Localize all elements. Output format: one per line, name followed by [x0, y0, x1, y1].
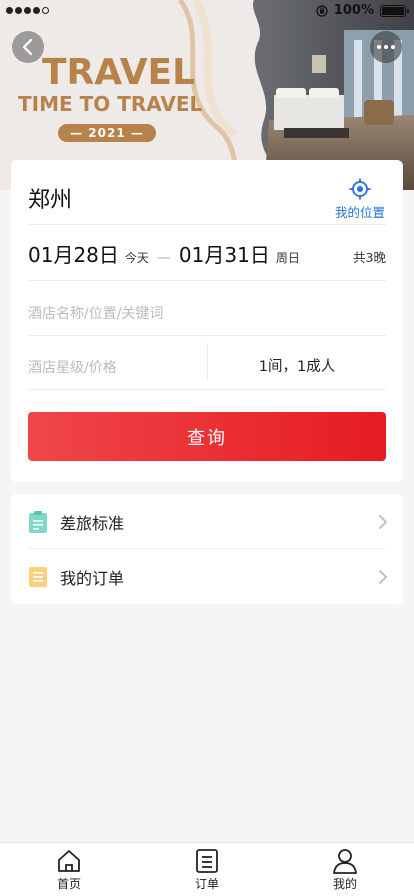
order-list-icon — [29, 566, 47, 587]
battery-icon — [380, 4, 409, 17]
rooms-guests-selector[interactable]: 1间，1成人 — [208, 355, 386, 376]
tab-label: 我的 — [332, 877, 357, 891]
chevron-right-icon — [379, 515, 388, 529]
divider — [28, 224, 386, 225]
city-selector[interactable]: 郑州 — [28, 182, 72, 214]
menu-item-my-orders[interactable]: 我的订单 — [11, 549, 403, 604]
hotel-search-card: 郑州 我的位置 01月28日 今天 — 01月31日 周日 共3晚 酒店名称/位… — [11, 160, 403, 482]
keyword-search-input[interactable]: 酒店名称/位置/关键词 — [28, 303, 163, 323]
my-location-button[interactable]: 我的位置 — [333, 178, 387, 221]
tab-home[interactable]: 首页 — [0, 843, 138, 896]
checkout-day: 周日 — [275, 251, 300, 265]
chevron-left-icon — [22, 38, 33, 56]
clipboard-icon — [29, 510, 47, 533]
status-bar: 100% — [0, 0, 414, 24]
checkin-day: 今天 — [124, 251, 149, 265]
date-separator: — — [156, 250, 171, 266]
battery-percent: 100% — [333, 3, 374, 18]
locate-icon — [349, 178, 371, 200]
divider — [28, 335, 386, 336]
nights-count: 共3晚 — [353, 250, 386, 265]
date-range-selector[interactable]: 01月28日 今天 — 01月31日 周日 共3晚 — [28, 239, 386, 273]
tab-mine[interactable]: 我的 — [276, 843, 414, 896]
menu-item-travel-standard[interactable]: 差旅标准 — [11, 494, 403, 549]
tab-orders[interactable]: 订单 — [138, 843, 276, 896]
checkin-date: 01月28日 — [28, 243, 119, 267]
user-icon — [333, 849, 357, 874]
banner-title: TRAVEL — [42, 52, 196, 93]
tab-label: 订单 — [194, 877, 219, 891]
chevron-right-icon — [379, 570, 388, 584]
divider — [28, 280, 386, 281]
star-price-selector[interactable]: 酒店星级/价格 — [28, 357, 117, 377]
back-button[interactable] — [12, 31, 44, 63]
menu-card: 差旅标准 我的订单 — [11, 494, 403, 604]
more-options-button[interactable] — [370, 31, 402, 63]
menu-label: 差旅标准 — [60, 513, 125, 533]
divider — [28, 389, 386, 390]
banner-subtitle: TIME TO TRAVEL — [18, 92, 203, 116]
signal-dots-icon — [6, 7, 49, 14]
home-icon — [58, 850, 80, 872]
order-icon — [196, 849, 218, 873]
my-location-label: 我的位置 — [334, 205, 385, 220]
bottom-tab-bar: 首页 订单 我的 — [0, 842, 414, 896]
banner-year-badge: — 2021 — — [58, 124, 156, 142]
orientation-lock-icon — [316, 4, 328, 17]
query-button[interactable]: 查询 — [28, 412, 386, 461]
menu-label: 我的订单 — [60, 568, 125, 588]
tab-label: 首页 — [56, 877, 81, 891]
checkout-date: 01月31日 — [178, 243, 270, 267]
